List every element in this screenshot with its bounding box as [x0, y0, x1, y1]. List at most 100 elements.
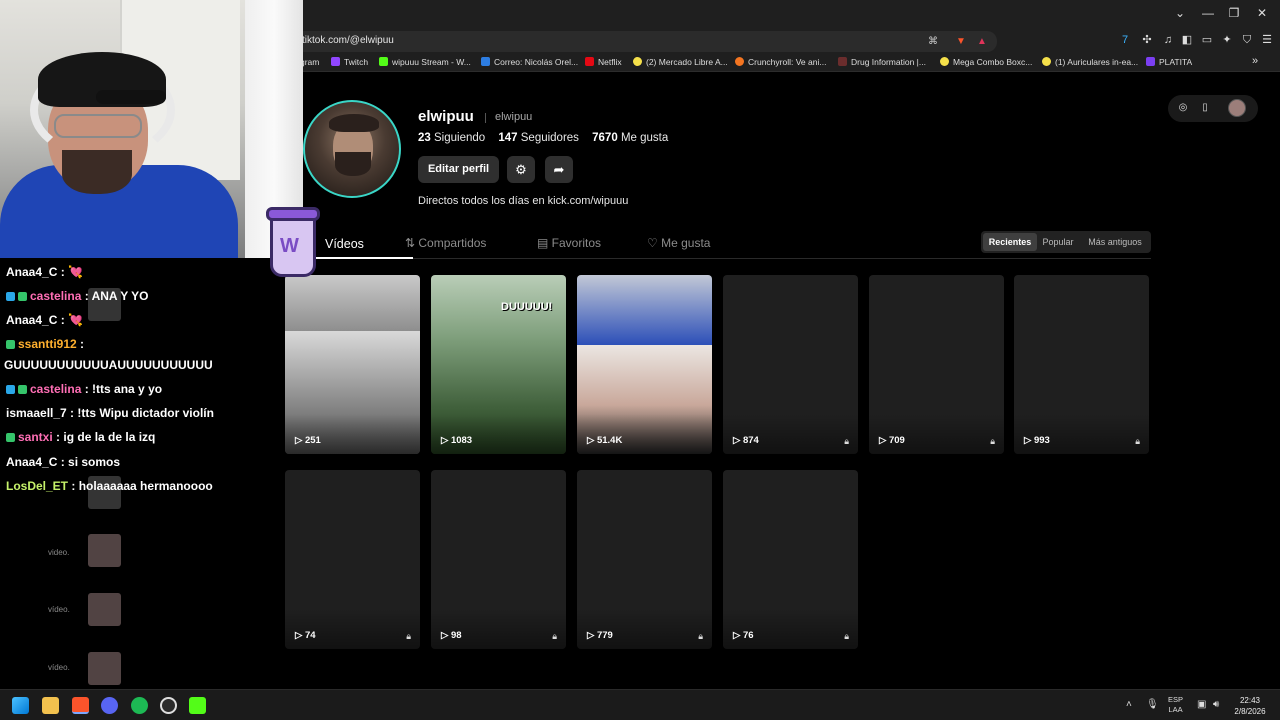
input-language[interactable]: ESP LAA [1168, 695, 1183, 715]
close-button[interactable]: ✕ [1252, 6, 1272, 20]
bookmark-platita[interactable]: PLATITA [1146, 57, 1192, 67]
view-count: 709 [888, 435, 905, 446]
play-icon: ▷ [441, 630, 451, 641]
play-icon: ▷ [587, 435, 597, 446]
ghost-text: vídeo. [48, 605, 70, 614]
keyboard-layout: LAA [1168, 705, 1183, 714]
ghost-thumbnail [88, 534, 121, 567]
share-button[interactable]: ➦ [545, 156, 573, 183]
spotify-icon[interactable] [131, 697, 148, 714]
video-card[interactable]: DUUUUU! ▷ 1083 [431, 275, 566, 454]
followers-count[interactable]: 147 [498, 132, 517, 144]
video-card[interactable]: ▷ 76 🔒︎ [723, 470, 858, 649]
play-icon: ▷ [733, 630, 743, 641]
tab-label: Compartidos [418, 236, 487, 250]
clock-time: 22:43 [1239, 696, 1261, 705]
maximize-button[interactable]: ❐ [1224, 6, 1244, 20]
chat-username: castelina [30, 382, 82, 396]
start-windows-icon[interactable] [12, 697, 29, 714]
tab-favoritos[interactable]: ▤ Favoritos [537, 236, 601, 250]
video-card[interactable]: ▷ 51.4K [577, 275, 712, 454]
video-card[interactable]: ▷ 993 🔒︎ [1014, 275, 1149, 454]
bookmark-mercadolibre[interactable]: (2) Mercado Libre A... [633, 57, 728, 67]
leo-ai-icon[interactable]: ✦ [1219, 32, 1235, 48]
following-label[interactable]: Siguiendo [434, 132, 485, 144]
sort-popular[interactable]: Popular [1038, 233, 1078, 251]
brave-rewards-icon[interactable]: ▲ [975, 35, 989, 49]
obs-icon[interactable] [160, 697, 177, 714]
video-card[interactable]: ▷ 251 [285, 275, 420, 454]
phone-icon[interactable]: ▯ [1198, 101, 1212, 115]
discord-icon[interactable] [101, 697, 118, 714]
kick-app-icon[interactable] [189, 697, 206, 714]
video-views: ▷ 874 [733, 435, 759, 446]
cup-lid [266, 207, 320, 221]
music-icon[interactable]: ♫ [1160, 32, 1176, 48]
tab-compartidos[interactable]: ⇅ Compartidos [405, 236, 486, 250]
sidebar-icon[interactable]: ◧ [1179, 32, 1195, 48]
video-card[interactable]: ▷ 74 🔒︎ [285, 470, 420, 649]
vpn-icon[interactable]: ⛉ [1239, 32, 1255, 48]
video-card[interactable]: ▷ 874 🔒︎ [723, 275, 858, 454]
chat-username: ssantti912 [18, 337, 77, 351]
edit-profile-button[interactable]: Editar perfil [418, 156, 499, 183]
sort-recientes[interactable]: Recientes [983, 233, 1037, 251]
video-views: ▷ 993 [1024, 435, 1050, 446]
language-code: ESP [1168, 695, 1184, 704]
repost-icon: ⇅ [405, 236, 419, 250]
chat-text: ig de la de la izq [63, 430, 156, 444]
file-explorer-icon[interactable] [42, 697, 59, 714]
bookmark-auriculares[interactable]: (1) Auriculares in-ea... [1042, 57, 1138, 67]
druginfo-icon [838, 57, 847, 66]
network-icon[interactable]: ▣ [1197, 699, 1206, 710]
wallet-icon[interactable]: ▭ [1199, 32, 1215, 48]
bookmark-outlook[interactable]: Correo: Nicolás Orel... [481, 57, 578, 67]
video-card[interactable]: ▷ 779 🔒︎ [577, 470, 712, 649]
menu-icon[interactable]: ☰ [1259, 32, 1275, 48]
ghost-text: video. [48, 548, 70, 557]
volume-icon[interactable]: 🔊︎ [1213, 699, 1219, 710]
chat-username: Anaa4_C [6, 455, 58, 469]
bookmark-crunchyroll[interactable]: Crunchyroll: Ve ani... [735, 57, 826, 67]
followers-label[interactable]: Seguidores [521, 132, 579, 144]
view-count: 98 [450, 630, 462, 641]
more-bookmarks-icon[interactable]: » [1252, 55, 1258, 67]
settings-button[interactable]: ⚙ [507, 156, 535, 183]
brave-browser-icon[interactable] [72, 697, 89, 714]
chat-text: si somos [68, 455, 121, 469]
chat-username: castelina [30, 289, 82, 303]
bookmark-twitch[interactable]: Twitch [331, 57, 368, 67]
chat-message: castelina : !tts ana y yo [6, 382, 162, 396]
chat-text: !tts ana y yo [92, 382, 163, 396]
user-avatar[interactable] [1228, 99, 1246, 117]
bookmark-label: Crunchyroll: Ve ani... [748, 57, 827, 67]
bookmark-megacombo[interactable]: Mega Combo Boxc... [940, 57, 1032, 67]
platita-icon [1146, 57, 1155, 66]
chevron-up-icon[interactable]: ˄ [1126, 699, 1132, 710]
microphone-icon[interactable]: 🎙︎ [1146, 699, 1159, 710]
system-clock[interactable]: 22:43 2/8/2026 [1232, 695, 1268, 717]
video-card[interactable]: ▷ 709 🔒︎ [869, 275, 1004, 454]
brave-shields-icon[interactable]: ▼ [954, 35, 968, 49]
sort-mas-antiguos[interactable]: Más antiguos [1081, 233, 1149, 251]
profile-stats: 23 Siguiendo 147 Seguidores 7670 Me gust… [418, 132, 668, 144]
profile-avatar[interactable] [303, 100, 401, 198]
play-icon: ▷ [1024, 435, 1034, 446]
tab-me-gusta[interactable]: ♡ Me gusta [647, 236, 710, 250]
lock-icon: 🔒︎ [698, 631, 703, 641]
bookmark-kick[interactable]: wipuuu Stream - W... [379, 57, 471, 67]
address-bar[interactable]: tiktok.com/@elwipuu ⌘ ▼ ▲ [290, 31, 997, 52]
tab-search-icon[interactable]: ⌄ [1170, 6, 1190, 20]
bookmark-druginfo[interactable]: Drug Information |... [838, 57, 926, 67]
minimize-button[interactable]: — [1198, 6, 1218, 20]
video-shade [1014, 414, 1149, 454]
compass-icon[interactable]: ◎ [1176, 101, 1190, 115]
following-count[interactable]: 23 [418, 132, 431, 144]
translate-icon[interactable]: ⌘ [926, 35, 940, 49]
view-count: 779 [596, 630, 613, 641]
cup-badge-icon [6, 433, 15, 442]
video-card[interactable]: ▷ 98 🔒︎ [431, 470, 566, 649]
bookmark-netflix[interactable]: Netflix [585, 57, 622, 67]
extensions-icon[interactable]: ✣ [1139, 32, 1155, 48]
extension-7tv-icon[interactable]: 7 [1117, 32, 1133, 48]
